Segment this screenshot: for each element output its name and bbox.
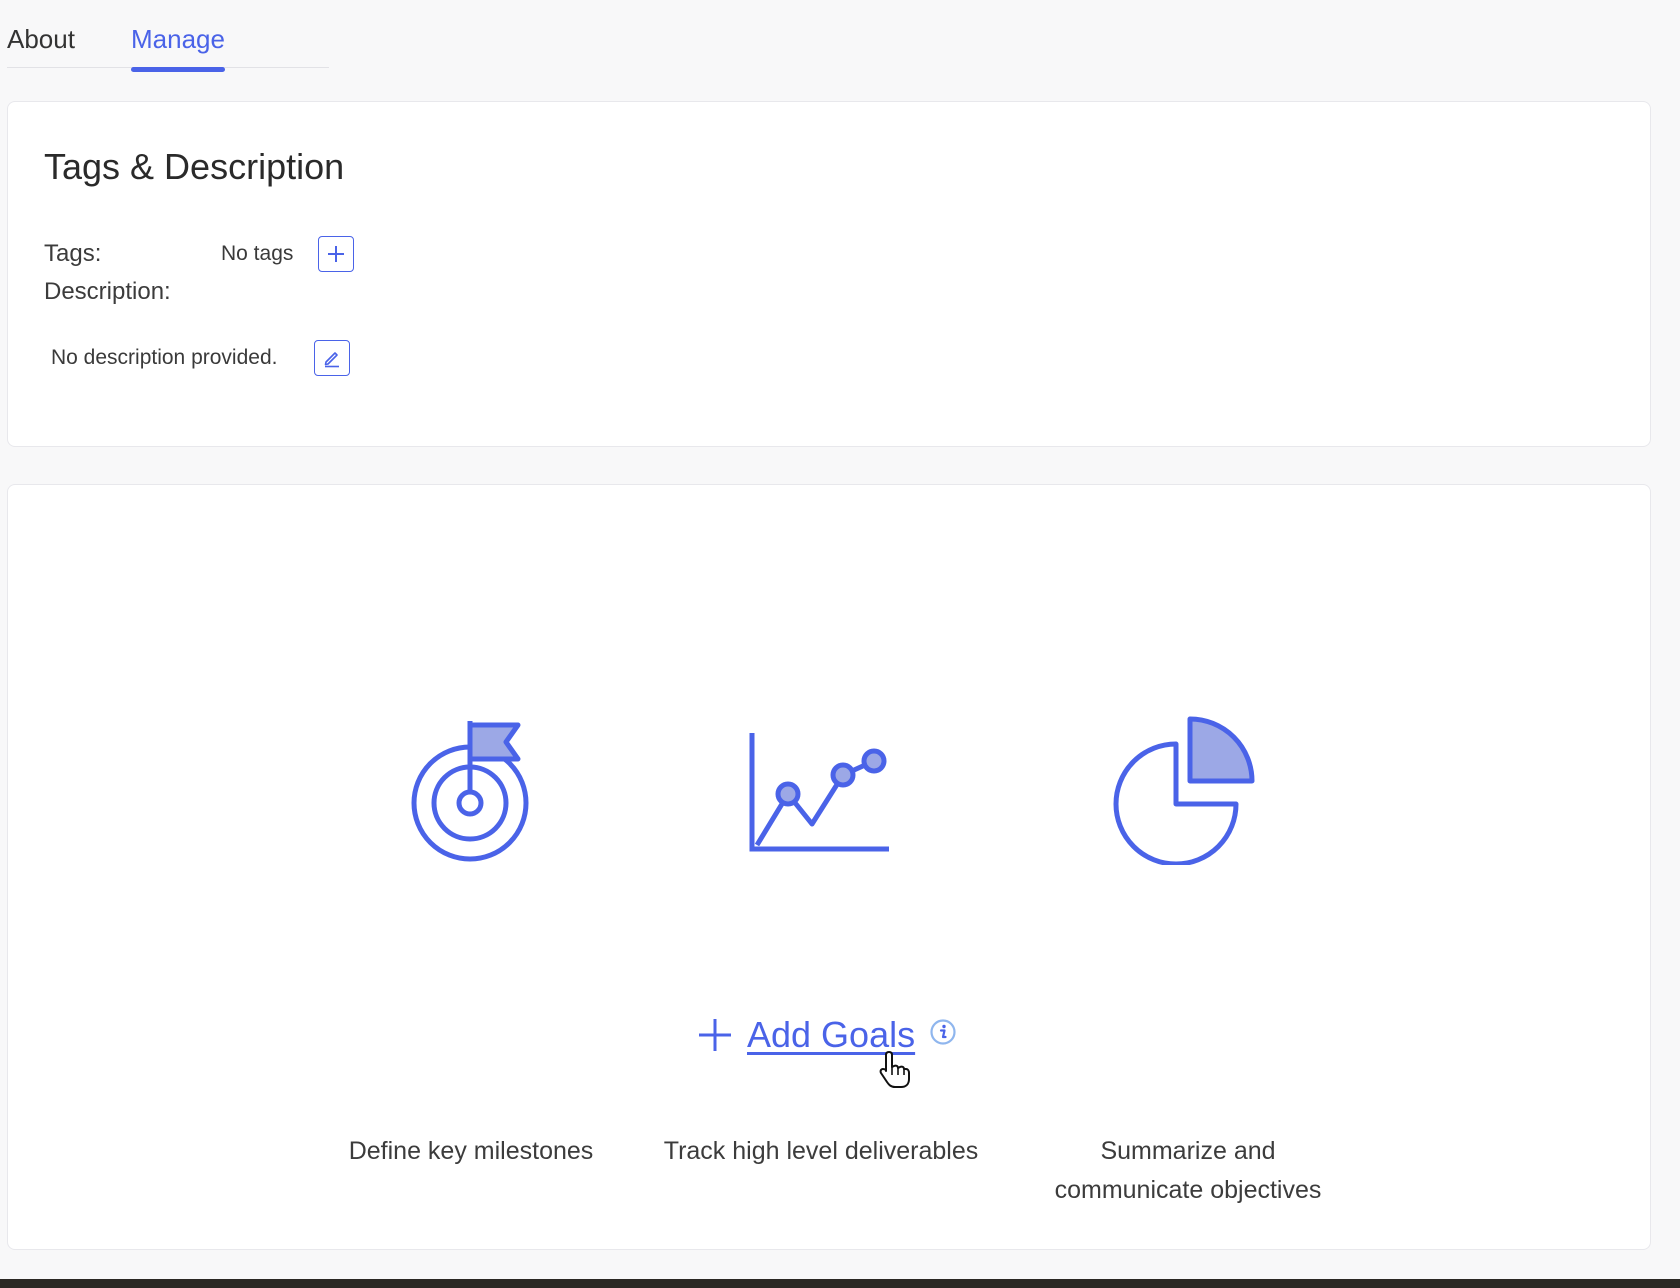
tab-bar: About Manage [7,0,329,72]
line-chart-icon [749,733,889,852]
edit-description-button[interactable] [314,340,350,376]
plus-icon [328,246,344,262]
feature-text: Summarize and communicate objectives [1054,1137,1322,1204]
pie-chart-icon [1113,716,1255,865]
description-value: No description provided. [51,346,278,369]
tags-label: Tags: [44,240,102,267]
taskbar-edge [0,1279,1680,1288]
goals-card: Define key milestones Track high level d… [7,484,1651,1250]
feature-milestones: Define key milestones [326,715,616,1165]
tab-about[interactable]: About [7,24,75,55]
plus-icon [699,1019,731,1051]
feature-objectives: Summarize and communicate objectives [1033,715,1343,1204]
description-label: Description: [44,278,171,305]
card-title: Tags & Description [44,146,345,187]
feature-text: Track high level deliverables [663,1137,979,1165]
tags-description-card: Tags & Description Tags: No tags Descrip… [7,101,1651,447]
pencil-icon [324,352,339,368]
info-icon[interactable] [929,1018,957,1046]
add-tag-button[interactable] [318,236,354,272]
target-flag-icon [411,721,529,862]
hand-cursor-icon [879,1051,910,1088]
tags-value: No tags [221,242,294,265]
feature-deliverables: Track high level deliverables [651,715,991,1165]
tab-manage[interactable]: Manage [131,24,225,72]
feature-text: Define key milestones [348,1137,594,1165]
